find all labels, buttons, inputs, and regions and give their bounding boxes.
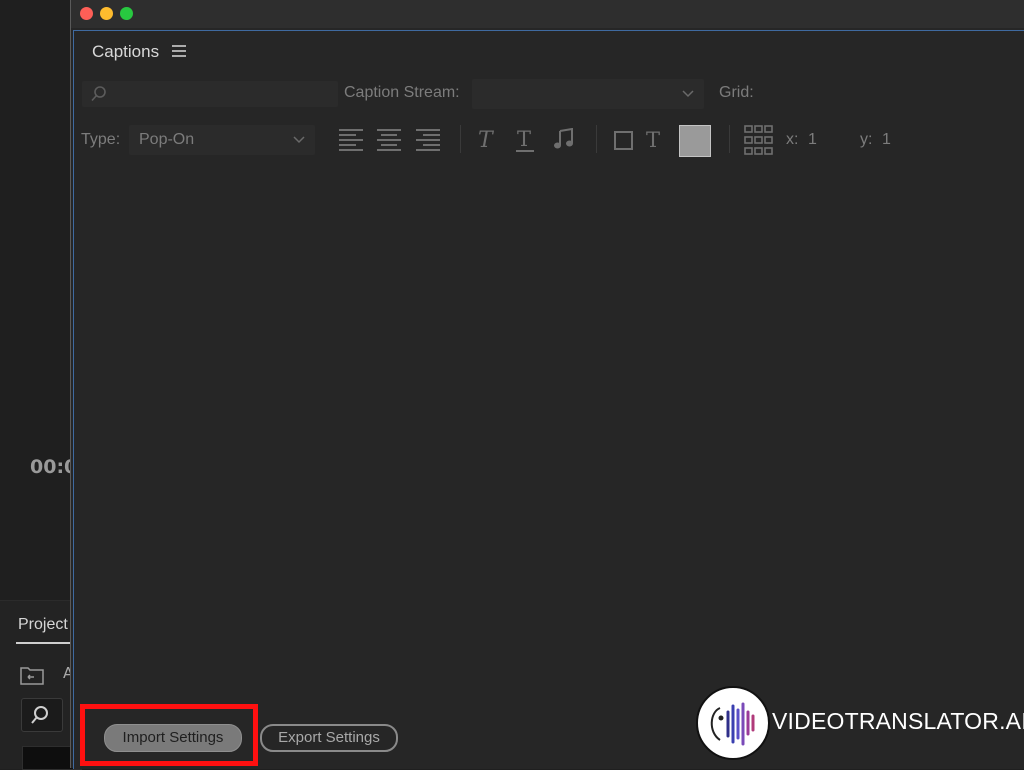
svg-text:T: T bbox=[646, 128, 660, 150]
type-dropdown[interactable]: Pop-On bbox=[129, 125, 315, 155]
search-icon bbox=[31, 706, 48, 724]
videotranslator-logo bbox=[696, 686, 770, 760]
underline-icon[interactable]: T bbox=[514, 127, 536, 153]
svg-text:T: T bbox=[478, 128, 495, 151]
y-label: y: bbox=[860, 131, 873, 148]
export-settings-button[interactable]: Export Settings bbox=[260, 724, 398, 752]
toolbar-divider bbox=[460, 125, 461, 153]
type-label: Type: bbox=[81, 131, 121, 148]
panel-menu-icon[interactable] bbox=[172, 45, 186, 57]
y-value[interactable]: 1 bbox=[882, 131, 891, 149]
caption-search-input[interactable] bbox=[82, 81, 338, 107]
close-window-button[interactable] bbox=[80, 7, 93, 20]
align-center-icon[interactable] bbox=[376, 127, 402, 151]
toolbar-divider bbox=[596, 125, 597, 153]
caption-stream-dropdown[interactable] bbox=[472, 79, 704, 109]
x-label: x: bbox=[786, 131, 799, 148]
grid-position-icon[interactable] bbox=[744, 125, 774, 155]
new-bin-icon[interactable] bbox=[20, 665, 44, 685]
text-color-swatch[interactable] bbox=[679, 125, 711, 157]
minimize-window-button[interactable] bbox=[100, 7, 113, 20]
zoom-window-button[interactable] bbox=[120, 7, 133, 20]
text-color-icon[interactable]: T bbox=[644, 128, 664, 150]
caption-list-area[interactable] bbox=[74, 166, 1024, 726]
watermark-text: VIDEOTRANSLATOR.AI bbox=[772, 708, 1024, 734]
tab-project-underline bbox=[16, 642, 76, 644]
logo-mark-icon bbox=[710, 702, 755, 746]
type-value: Pop-On bbox=[139, 131, 195, 148]
tab-project[interactable]: Project bbox=[18, 616, 68, 634]
captions-window: Captions Caption Stream: Grid: Type: Pop… bbox=[70, 0, 1024, 769]
captions-panel: Captions Caption Stream: Grid: Type: Pop… bbox=[73, 30, 1024, 769]
align-left-icon[interactable] bbox=[338, 127, 364, 151]
chevron-down-icon bbox=[682, 90, 694, 98]
svg-text:T: T bbox=[517, 127, 531, 151]
search-icon bbox=[91, 86, 106, 102]
music-note-icon[interactable] bbox=[553, 128, 575, 150]
x-value[interactable]: 1 bbox=[808, 131, 817, 149]
caption-stream-label: Caption Stream: bbox=[344, 84, 460, 101]
background-checkbox-icon[interactable] bbox=[614, 131, 633, 150]
panel-title[interactable]: Captions bbox=[92, 42, 159, 62]
italic-icon[interactable]: T bbox=[476, 127, 498, 151]
toolbar-divider bbox=[729, 125, 730, 153]
window-titlebar[interactable] bbox=[71, 0, 1024, 28]
align-right-icon[interactable] bbox=[415, 127, 441, 151]
grid-label: Grid: bbox=[719, 84, 754, 101]
import-settings-button[interactable]: Import Settings bbox=[104, 724, 242, 752]
chevron-down-icon bbox=[293, 136, 305, 144]
project-search-field[interactable] bbox=[21, 698, 63, 732]
